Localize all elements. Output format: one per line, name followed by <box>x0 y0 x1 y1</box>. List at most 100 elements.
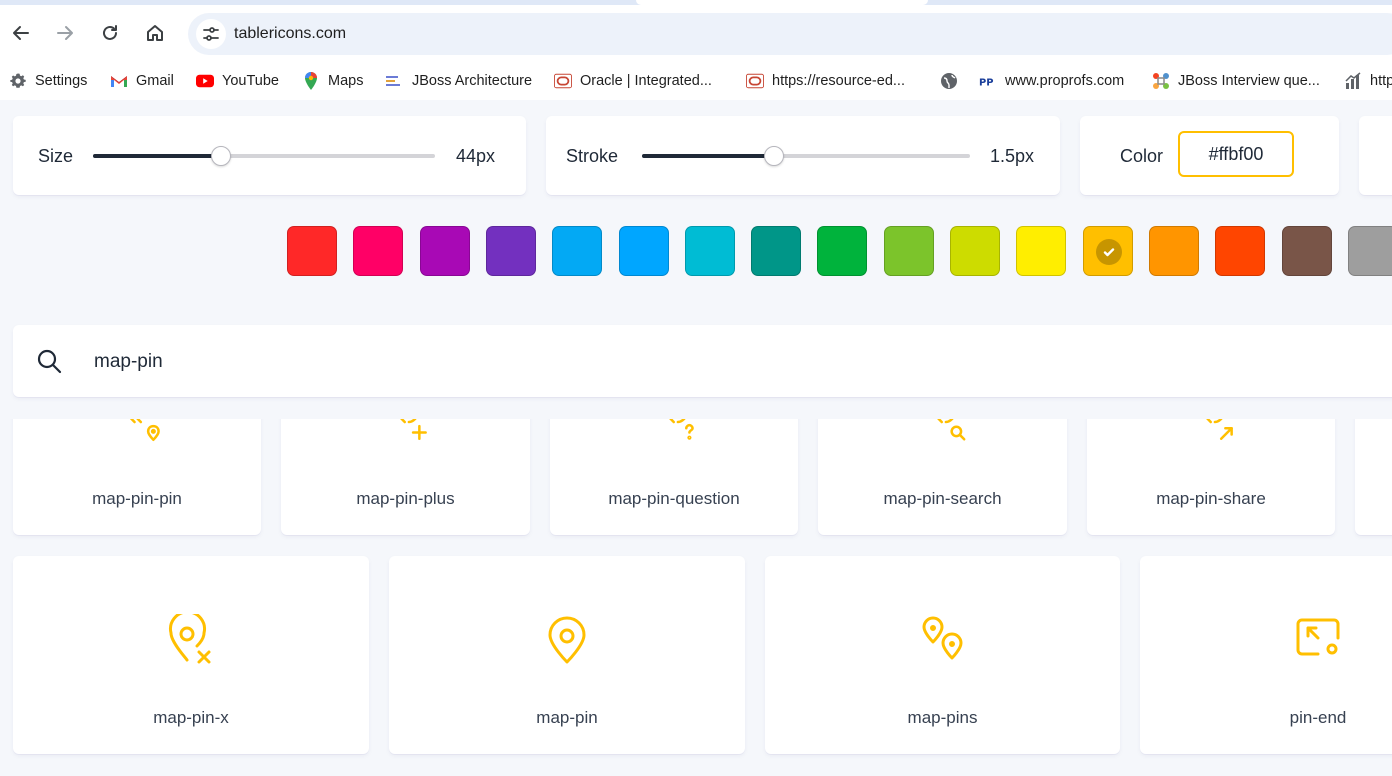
search-box[interactable]: map-pin <box>13 325 1392 397</box>
icon-card-label: pin-end <box>1289 708 1347 727</box>
back-button[interactable] <box>6 18 36 48</box>
svg-text:PP: PP <box>979 78 993 89</box>
bookmark-resource[interactable]: https://resource-ed... <box>746 71 905 91</box>
size-control: Size 44px <box>13 116 526 195</box>
size-value: 44px <box>456 146 496 166</box>
stroke-control: Stroke 1.5px <box>546 116 1060 195</box>
forward-button[interactable] <box>50 18 80 48</box>
pin-end-icon <box>1296 618 1340 656</box>
color-swatch[interactable] <box>883 226 934 276</box>
color-swatch[interactable] <box>751 226 802 276</box>
reload-icon <box>103 25 117 40</box>
color-swatch[interactable] <box>287 226 337 276</box>
bookmark-label: Gmail <box>136 73 174 89</box>
color-swatch[interactable] <box>1281 226 1332 276</box>
bookmark-label: Settings <box>35 73 88 89</box>
icon-card-label: map-pin <box>536 708 598 727</box>
icon-card-label: map-pin-share <box>1156 489 1266 508</box>
color-swatch[interactable] <box>950 226 1000 276</box>
icon-card-label: map-pin-question <box>608 489 740 508</box>
color-swatch[interactable] <box>353 226 404 276</box>
home-icon <box>147 25 163 41</box>
map-pin-icon <box>548 616 586 664</box>
icon-card-map-pin-share[interactable]: map-pin-share <box>1087 419 1335 535</box>
bookmarks-bar: Settings Gmail YouTube Maps JBoss Archit… <box>0 62 1392 100</box>
oracle-icon <box>554 72 572 90</box>
icon-card-pin-end[interactable]: pin-end <box>1140 556 1392 754</box>
youtube-icon <box>196 72 214 90</box>
bookmark-maps[interactable]: Maps <box>302 71 363 91</box>
gmail-icon <box>110 72 128 90</box>
color-swatch[interactable] <box>1347 226 1392 276</box>
arrow-left-icon <box>13 26 29 40</box>
bookmark-jboss-interview[interactable]: JBoss Interview que... <box>1152 71 1320 91</box>
color-label: Color <box>1120 146 1164 166</box>
icon-card-map-pin[interactable]: map-pin <box>389 556 745 754</box>
bookmark-http[interactable]: http <box>1344 71 1392 91</box>
bookmark-label: https://resource-ed... <box>772 73 905 89</box>
color-swatch[interactable] <box>1148 226 1199 276</box>
color-swatch[interactable] <box>419 226 470 276</box>
bookmark-oracle[interactable]: Oracle | Integrated... <box>554 71 712 91</box>
size-slider-fill <box>93 154 220 158</box>
color-swatch[interactable] <box>1016 226 1067 276</box>
joomla-icon <box>1152 72 1170 90</box>
bookmark-globe[interactable] <box>940 71 966 91</box>
color-swatch[interactable] <box>817 226 868 276</box>
proprofs-icon: PP <box>979 72 997 90</box>
icon-card-label: map-pin-x <box>153 708 229 727</box>
color-input[interactable]: #ffbf00 <box>1178 131 1294 177</box>
bookmark-gmail[interactable]: Gmail <box>110 71 174 91</box>
bookmark-jboss[interactable]: JBoss Architecture <box>386 71 532 91</box>
color-swatch[interactable] <box>485 226 536 276</box>
map-pin-plus-icon <box>400 419 427 440</box>
color-control: Color #ffbf00 <box>1080 116 1339 195</box>
bookmark-proprofs[interactable]: PP www.proprofs.com <box>979 71 1124 91</box>
bookmark-label: YouTube <box>222 73 279 89</box>
size-slider[interactable] <box>93 146 435 166</box>
page-content: Size 44px Stroke 1.5px Color #ffbf00 map… <box>0 100 1392 776</box>
icon-card-label: map-pin-pin <box>92 489 182 508</box>
home-button[interactable] <box>140 18 170 48</box>
site-info-button[interactable] <box>196 19 226 49</box>
color-swatch[interactable] <box>1082 226 1133 276</box>
icon-grid: map-pin-pin map-pin-plus map-pin-questio… <box>0 419 1392 776</box>
reload-button[interactable] <box>95 18 125 48</box>
map-pin-pin-icon <box>129 419 160 442</box>
browser-toolbar: tablericons.com <box>0 5 1392 62</box>
icon-card-map-pin-search[interactable]: map-pin-search <box>818 419 1067 535</box>
check-icon <box>1095 239 1122 265</box>
icon-card-map-pins[interactable]: map-pins <box>765 556 1120 754</box>
bookmark-label: http <box>1370 73 1392 89</box>
stroke-slider-fill <box>642 154 774 158</box>
icon-card-label: map-pins <box>907 708 978 727</box>
bookmark-label: JBoss Interview que... <box>1178 73 1320 89</box>
map-pin-search-icon <box>937 419 966 441</box>
map-pins-icon <box>922 616 963 660</box>
color-swatch[interactable] <box>552 226 603 276</box>
size-slider-thumb[interactable] <box>210 146 231 166</box>
bookmark-youtube[interactable]: YouTube <box>196 71 279 91</box>
stroke-slider-thumb[interactable] <box>764 146 785 166</box>
icon-card-label: map-pin-search <box>883 489 1002 508</box>
url-text: tablericons.com <box>234 25 347 42</box>
color-swatch[interactable] <box>618 226 669 276</box>
stroke-slider[interactable] <box>642 146 970 166</box>
search-input[interactable]: map-pin <box>94 351 163 373</box>
icon-card-map-pin-pin[interactable]: map-pin-pin <box>13 419 261 535</box>
stroke-value: 1.5px <box>990 146 1035 166</box>
map-pin-share-icon <box>1206 419 1233 440</box>
color-swatch[interactable] <box>1215 226 1266 276</box>
icon-card-map-pin-x[interactable]: map-pin-x <box>13 556 369 754</box>
icon-card-label: map-pin-plus <box>356 489 455 508</box>
address-bar[interactable]: tablericons.com <box>188 13 1392 55</box>
icon-card-map-pin-plus[interactable]: map-pin-plus <box>281 419 530 535</box>
color-swatch[interactable] <box>684 226 735 276</box>
globe-icon <box>940 72 958 90</box>
bookmark-settings[interactable]: Settings <box>9 71 87 91</box>
icon-card-partial[interactable] <box>1355 419 1392 535</box>
bookmark-label: JBoss Architecture <box>412 73 533 89</box>
bookmark-label: www.proprofs.com <box>1005 73 1125 89</box>
arrow-right-icon <box>57 26 73 40</box>
icon-card-map-pin-question[interactable]: map-pin-question <box>550 419 798 535</box>
